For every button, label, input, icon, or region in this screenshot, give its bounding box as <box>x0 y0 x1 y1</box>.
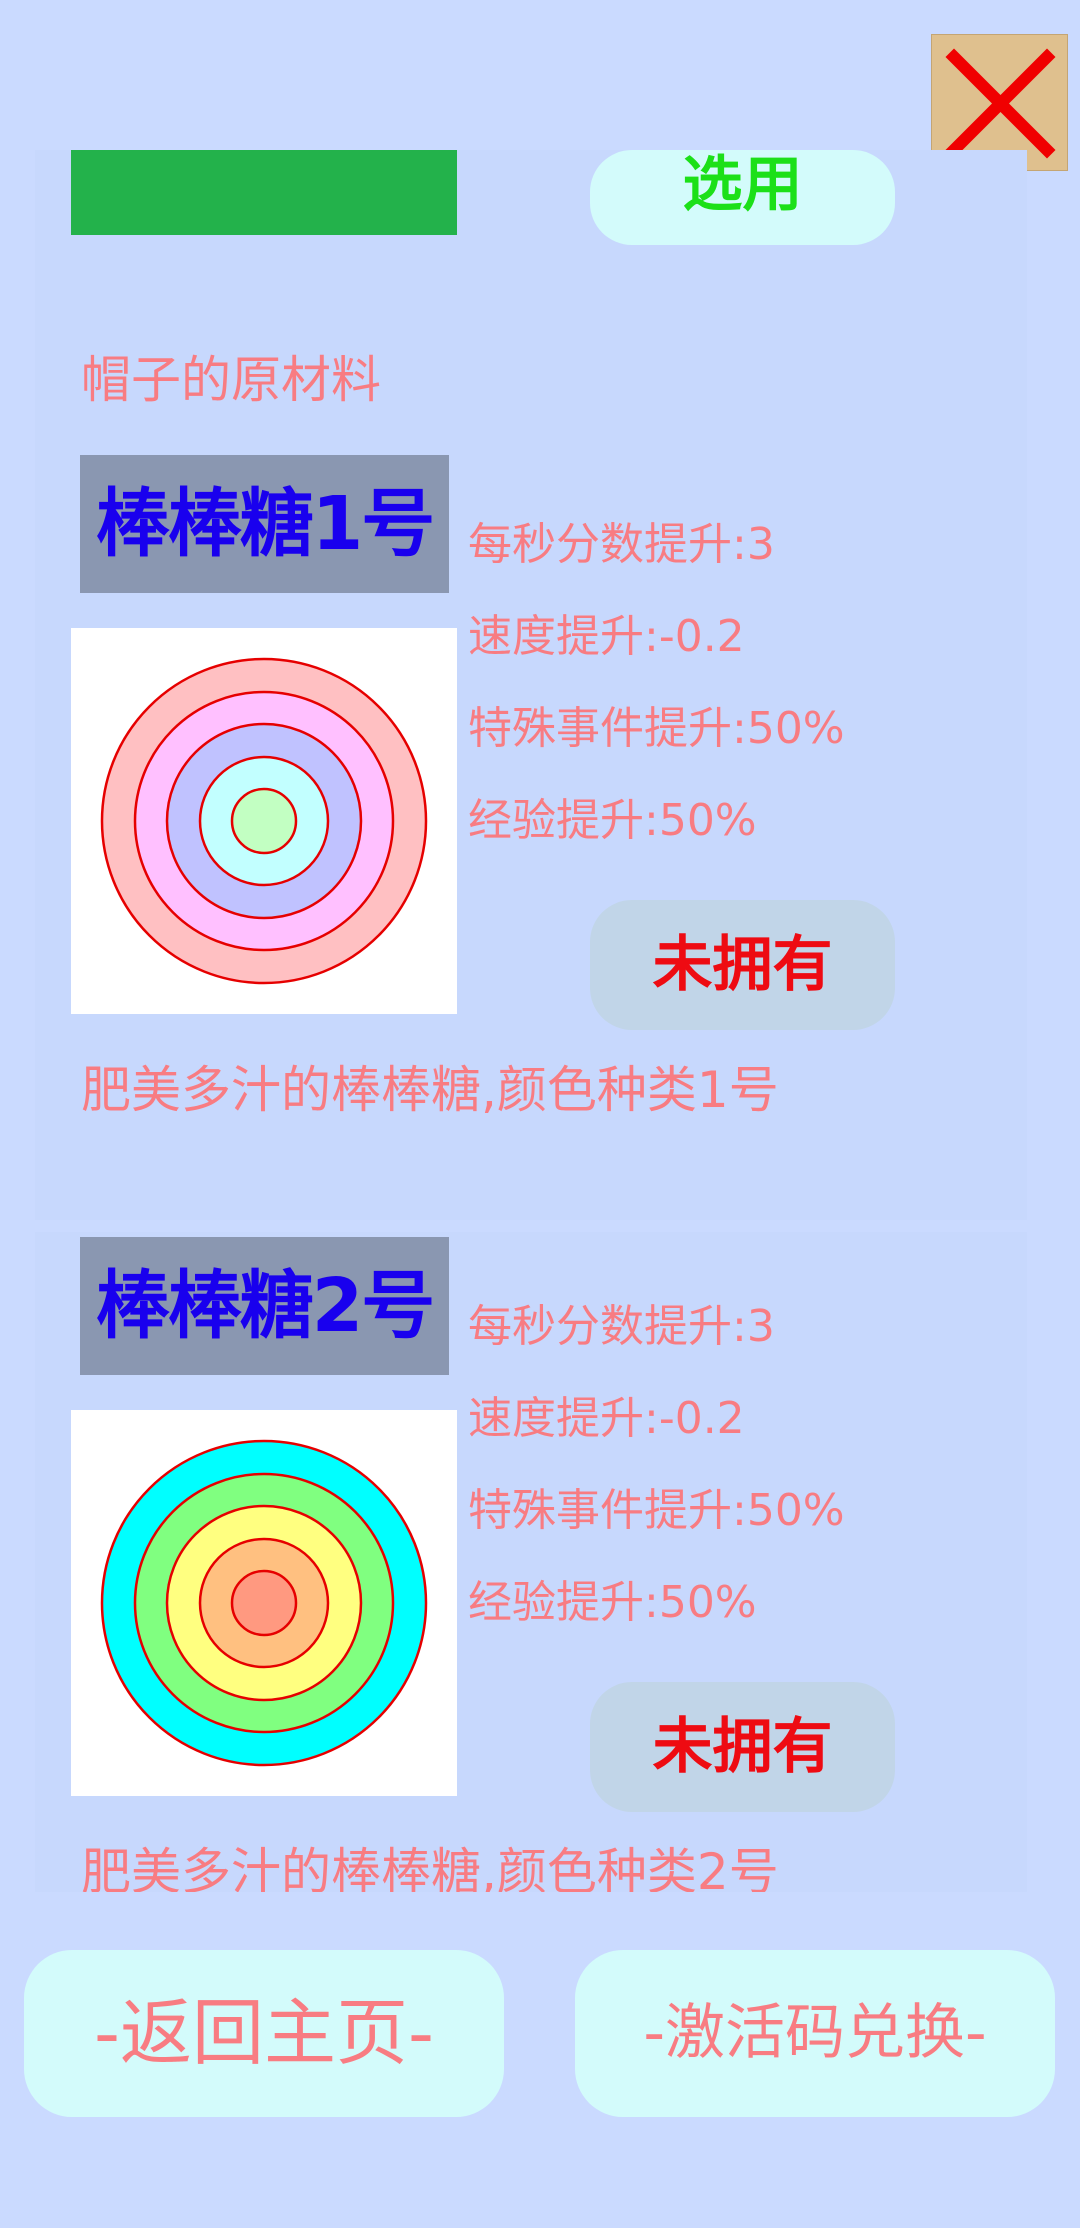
stat-exp: 经验提升:50% <box>468 1577 757 1628</box>
back-home-button[interactable]: -返回主页- <box>24 1950 504 2117</box>
lollipop-ring <box>230 1569 298 1637</box>
lollipop-icon <box>100 1439 428 1767</box>
lollipop-image <box>71 628 457 1014</box>
select-button[interactable]: 选用 <box>590 150 895 245</box>
stat-event: 特殊事件提升:50% <box>468 1485 845 1536</box>
lollipop-image <box>71 1410 457 1796</box>
stat-speed: 速度提升:-0.2 <box>468 611 745 662</box>
stat-speed: 速度提升:-0.2 <box>468 1393 745 1444</box>
item-description: 肥美多汁的棒棒糖,颜色种类2号 <box>81 1843 779 1892</box>
list-item: 选用 帽子的原材料 <box>35 150 1027 477</box>
redeem-code-button[interactable]: -激活码兑换- <box>575 1950 1055 2117</box>
lollipop-icon <box>100 657 428 985</box>
lollipop-ring <box>230 787 298 855</box>
item-title: 棒棒糖2号 <box>80 1237 449 1375</box>
stat-event: 特殊事件提升:50% <box>468 703 845 754</box>
stat-exp: 经验提升:50% <box>468 795 757 846</box>
list-item: 棒棒糖2号 每秒分数提升:3 速度提升:-0.2 特殊事件提升:50% 经验提升… <box>35 1232 1027 1892</box>
stat-score: 每秒分数提升:3 <box>468 519 775 570</box>
item-description: 肥美多汁的棒棒糖,颜色种类1号 <box>81 1061 779 1119</box>
list-item: 棒棒糖1号 每秒分数提升:3 速度提升:-0.2 特殊事件提升:50% 经验提升… <box>35 450 1027 1220</box>
not-owned-button[interactable]: 未拥有 <box>590 900 895 1030</box>
not-owned-button[interactable]: 未拥有 <box>590 1682 895 1812</box>
stat-score: 每秒分数提升:3 <box>468 1301 775 1352</box>
item-title: 棒棒糖1号 <box>80 455 449 593</box>
item-list[interactable]: 选用 帽子的原材料 棒棒糖1号 每秒分数提升:3 速度提升:-0.2 特殊事件提… <box>0 150 1080 1892</box>
item-description: 帽子的原材料 <box>81 351 381 409</box>
item-image <box>71 150 457 235</box>
